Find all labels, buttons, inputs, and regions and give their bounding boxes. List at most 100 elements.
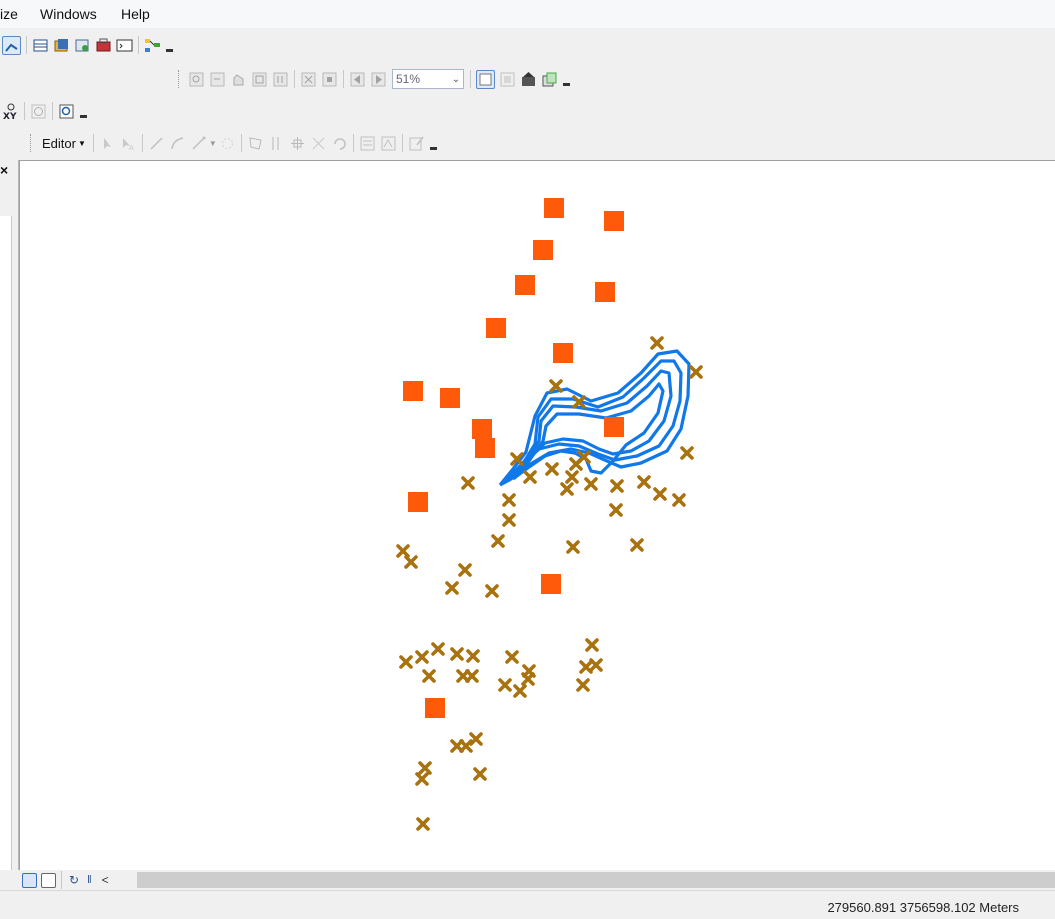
cross-point-symbol: [521, 672, 535, 686]
cross-point-symbol: [466, 649, 480, 663]
map-view[interactable]: [19, 160, 1055, 870]
edit-tool-icon[interactable]: [99, 135, 116, 152]
catalog-icon[interactable]: [53, 37, 70, 54]
python-icon[interactable]: [116, 37, 133, 54]
zoom-100-icon[interactable]: [272, 71, 289, 88]
zoom-scale-select[interactable]: 51% ⌄: [392, 69, 464, 89]
pan-page-icon[interactable]: [230, 71, 247, 88]
full-page-icon[interactable]: [251, 71, 268, 88]
map-canvas[interactable]: [20, 161, 1055, 870]
layout-toolbar: 51% ⌄: [178, 66, 571, 92]
edit-vertices-icon[interactable]: [247, 135, 264, 152]
cross-point-symbol: [459, 739, 473, 753]
cross-point-symbol: [450, 647, 464, 661]
xy-icon[interactable]: XY: [2, 103, 19, 122]
square-point-symbol: [408, 492, 428, 512]
toolbox-icon[interactable]: [95, 37, 112, 54]
cross-point-symbol: [513, 684, 527, 698]
toolbar-options-arrow[interactable]: [562, 70, 571, 88]
square-point-symbol: [486, 318, 506, 338]
refresh-icon[interactable]: ↻: [69, 873, 79, 887]
chevron-down-icon[interactable]: ⌄: [449, 74, 463, 85]
cross-point-symbol: [560, 482, 574, 496]
square-point-symbol: [541, 574, 561, 594]
editor-menu-label: Editor: [42, 135, 76, 151]
toolbar-separator: [352, 134, 354, 152]
cross-point-symbol: [415, 650, 429, 664]
cross-point-symbol: [576, 678, 590, 692]
fixed-zoom-in-icon[interactable]: [300, 71, 317, 88]
data-view-icon[interactable]: [41, 872, 56, 888]
close-icon[interactable]: ×: [0, 162, 8, 178]
square-point-symbol: [544, 198, 564, 218]
cross-point-symbol: [399, 655, 413, 669]
trace-icon[interactable]: [190, 135, 207, 152]
sketch-properties-icon[interactable]: [380, 135, 397, 152]
annotation-edit-icon[interactable]: A: [120, 135, 137, 152]
menu-windows[interactable]: Windows: [40, 6, 97, 22]
chevron-down-icon: ▼: [77, 138, 86, 148]
straight-segment-icon[interactable]: [148, 135, 165, 152]
data-driven-pages-icon[interactable]: [541, 71, 558, 88]
menu-help[interactable]: Help: [121, 6, 150, 22]
search-icon[interactable]: [74, 37, 91, 54]
cross-point-symbol: [584, 477, 598, 491]
table-icon[interactable]: [32, 37, 49, 54]
model-builder-icon[interactable]: [144, 37, 161, 54]
cross-point-symbol: [498, 678, 512, 692]
cross-point-symbol: [473, 767, 487, 781]
toolbar-options-arrow[interactable]: [429, 134, 438, 152]
square-point-symbol: [533, 240, 553, 260]
square-point-symbol: [553, 343, 573, 363]
attributes-icon[interactable]: [359, 135, 376, 152]
layout-view-icon[interactable]: [22, 872, 37, 888]
square-point-symbol: [475, 438, 495, 458]
toggle-draft-icon[interactable]: [476, 69, 495, 89]
cross-point-symbol: [416, 817, 430, 831]
editor-menu-button[interactable]: Editor ▼: [38, 136, 90, 151]
cross-point-symbol: [637, 475, 651, 489]
square-point-symbol: [425, 698, 445, 718]
toolbar-grip[interactable]: [30, 134, 34, 152]
change-layout-icon[interactable]: [520, 71, 537, 88]
back-extent-icon[interactable]: [349, 71, 366, 88]
zoom-in-page-icon[interactable]: [188, 71, 205, 88]
reshape-icon[interactable]: [268, 135, 285, 152]
focus-data-frame-icon[interactable]: [499, 71, 516, 88]
select-features-icon[interactable]: [2, 35, 21, 55]
rotate-icon[interactable]: [331, 135, 348, 152]
clock-icon[interactable]: [30, 103, 47, 120]
horizontal-scrollbar[interactable]: [137, 872, 1055, 888]
cut-polygon-icon[interactable]: [289, 135, 306, 152]
point-icon[interactable]: [219, 135, 236, 152]
cross-point-symbol: [653, 487, 667, 501]
toolbar-separator: [61, 871, 62, 889]
split-icon[interactable]: [310, 135, 327, 152]
editor-toolbar: Editor ▼ A ▼: [30, 130, 438, 156]
pause-icon[interactable]: ‖: [87, 874, 92, 886]
cross-point-symbol: [485, 584, 499, 598]
toolbar-options-arrow[interactable]: [165, 36, 174, 54]
create-features-icon[interactable]: [408, 135, 425, 152]
forward-extent-icon[interactable]: [370, 71, 387, 88]
toolbar-options-arrow[interactable]: [79, 102, 88, 120]
cross-point-symbol: [549, 379, 563, 393]
toolbar-grip[interactable]: [178, 70, 182, 88]
svg-text:XY: XY: [3, 112, 17, 120]
toolbar-separator: [294, 70, 295, 88]
fixed-zoom-out-icon[interactable]: [321, 71, 338, 88]
cross-point-symbol: [445, 581, 459, 595]
chevron-down-icon[interactable]: ▼: [209, 139, 217, 148]
scroll-left-icon[interactable]: <: [102, 873, 109, 887]
cross-point-symbol: [469, 732, 483, 746]
cross-point-symbol: [689, 365, 703, 379]
table-of-contents-list[interactable]: [0, 216, 12, 870]
menu-customize[interactable]: ize: [0, 6, 18, 22]
end-point-arc-icon[interactable]: [169, 135, 186, 152]
cross-point-symbol: [609, 503, 623, 517]
cross-point-symbol: [650, 336, 664, 350]
toolbar-separator: [26, 36, 27, 54]
find-icon[interactable]: [58, 103, 75, 120]
zoom-scale-value: 51%: [396, 72, 421, 86]
zoom-out-page-icon[interactable]: [209, 71, 226, 88]
